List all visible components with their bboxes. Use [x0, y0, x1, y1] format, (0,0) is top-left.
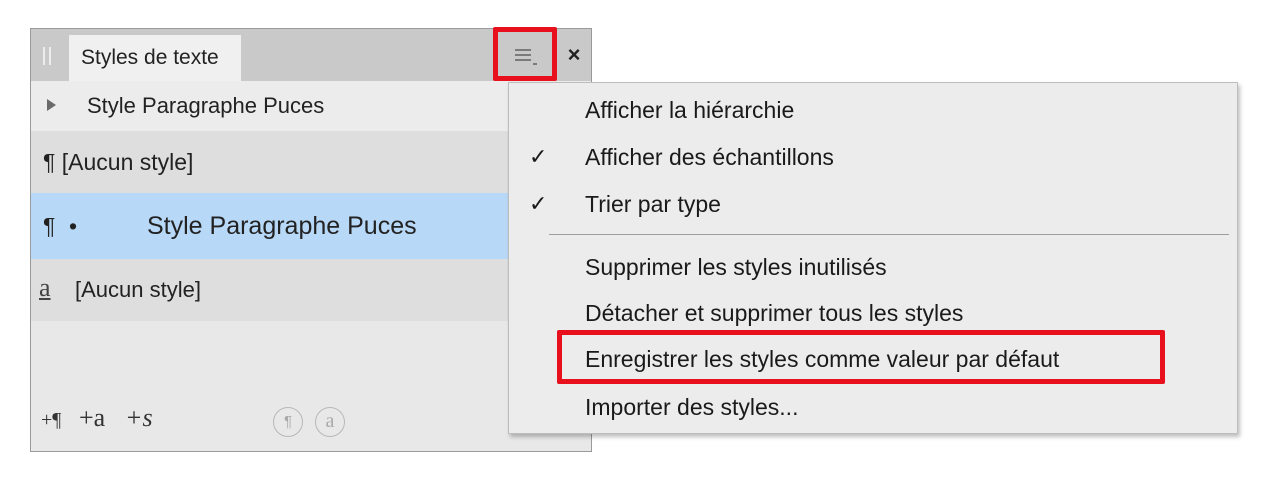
- character-circle-icon[interactable]: a: [315, 407, 345, 437]
- highlight-box-menu-item: [557, 330, 1165, 384]
- pilcrow-icon: ¶: [43, 149, 56, 175]
- expand-triangle-icon[interactable]: [47, 99, 56, 111]
- character-style-icon: a: [39, 273, 51, 302]
- bullet-icon: •: [69, 213, 78, 239]
- style-group-row[interactable]: Style Paragraphe Puces: [31, 81, 591, 131]
- close-button[interactable]: ×: [561, 41, 587, 69]
- menu-item-afficher-hierarchie[interactable]: Afficher la hiérarchie: [509, 87, 1237, 133]
- new-character-style-icon[interactable]: +a: [79, 403, 105, 433]
- paragraph-style-row[interactable]: ¶ [Aucun style]: [31, 131, 591, 193]
- style-label: ¶ [Aucun style]: [43, 149, 194, 175]
- paragraph-circle-icon[interactable]: ¶: [273, 407, 303, 437]
- menu-item-afficher-echantillons[interactable]: ✓ Afficher des échantillons: [509, 134, 1237, 180]
- style-label: Style Paragraphe Puces: [87, 93, 325, 118]
- menu-separator: [549, 234, 1229, 235]
- paragraph-style-row-selected[interactable]: ¶ • Style Paragraphe Puces: [31, 193, 591, 259]
- menu-item-importer-styles[interactable]: Importer des styles...: [509, 384, 1237, 430]
- character-style-row[interactable]: a [Aucun style]: [31, 259, 591, 321]
- checkmark-icon: ✓: [529, 191, 548, 216]
- new-paragraph-style-icon[interactable]: +¶: [41, 409, 61, 432]
- menu-item-supprimer-styles-inutilises[interactable]: Supprimer les styles inutilisés: [509, 244, 1237, 290]
- new-style-icon[interactable]: +s: [125, 403, 153, 433]
- highlight-box-menu-button: [493, 27, 557, 81]
- style-label: [Aucun style]: [75, 277, 201, 302]
- grip-handle-icon[interactable]: [43, 47, 51, 65]
- style-label: Style Paragraphe Puces: [147, 212, 417, 240]
- panel-footer: +¶ +a +s ¶ a: [31, 399, 591, 451]
- tab-styles-de-texte[interactable]: Styles de texte: [69, 35, 241, 81]
- menu-item-trier-par-type[interactable]: ✓ Trier par type: [509, 181, 1237, 227]
- pilcrow-icon: ¶: [43, 213, 56, 239]
- checkmark-icon: ✓: [529, 144, 548, 169]
